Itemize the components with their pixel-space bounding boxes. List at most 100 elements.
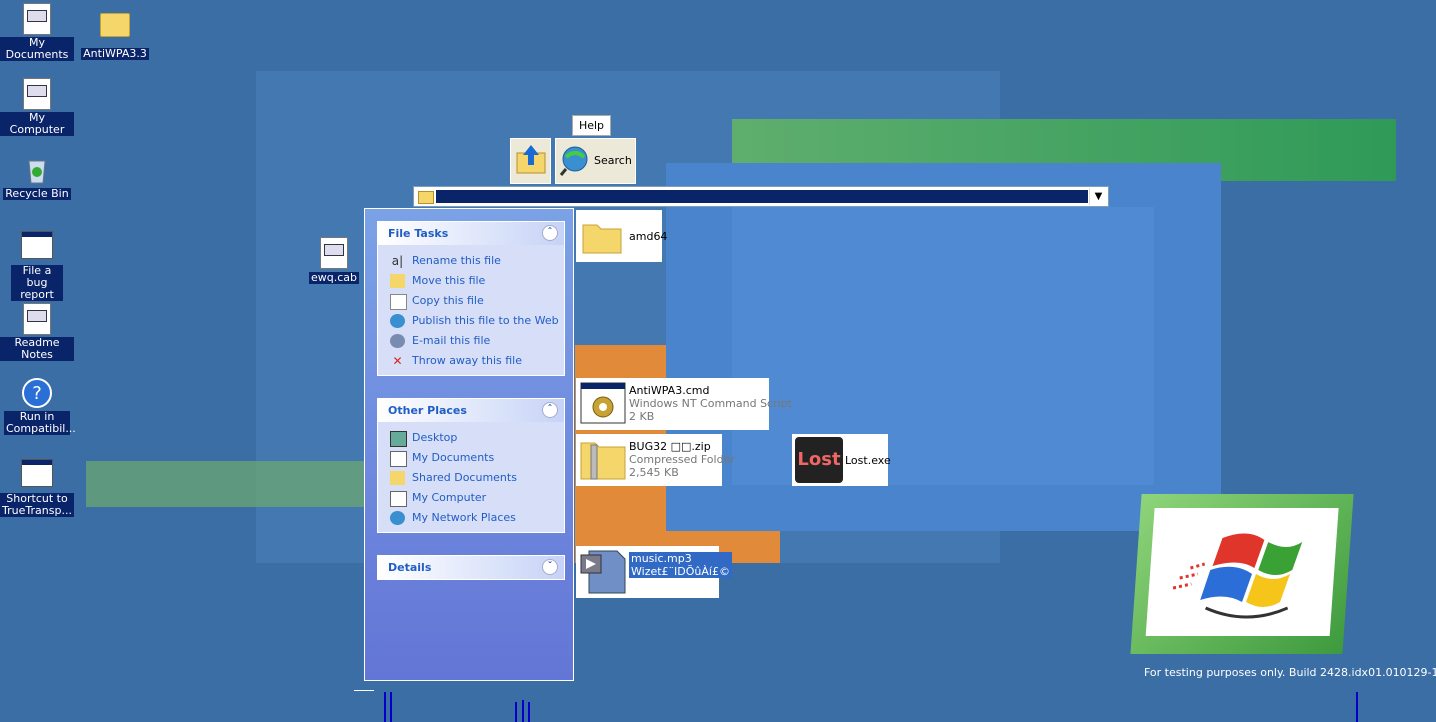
file-item-music-mp3[interactable]: music.mp3 Wizet£¨IDÕûÀí£© [576,546,732,598]
artifact-line [522,700,524,722]
search-button[interactable]: Search [555,138,636,184]
documents-icon [390,451,407,467]
icon-label: My Computer [0,112,74,136]
background-green-band [86,461,366,507]
windows-logo [1130,494,1354,654]
file-item-amd64[interactable]: amd64 [576,210,667,262]
desktop-icon-file-bug[interactable]: File a bug report [0,228,74,301]
desktop-icon-my-computer[interactable]: My Computer [0,78,74,136]
help-icon: ? [21,377,53,409]
task-email[interactable]: E-mail this file [390,331,564,351]
place-my-documents[interactable]: My Documents [390,448,564,468]
search-icon [559,146,588,176]
file-type: Compressed Folder [629,453,735,466]
icon-label: Readme Notes [0,337,74,361]
file-artist: Wizet£¨IDÕûÀí£© [631,565,730,578]
lost-app-icon: Lost [795,437,843,483]
file-info: BUG32 □□.zip Compressed Folder 2,545 KB [629,440,735,479]
icon-label: File a bug report [11,265,63,301]
build-watermark: For testing purposes only. Build 2428.id… [1144,666,1436,679]
task-label: Copy this file [412,294,484,307]
collapse-icon[interactable]: ˆ [542,402,558,418]
file-tasks-box: File Tasks ˆ a| Rename this file Move thi… [377,221,565,376]
document-icon [21,303,53,335]
artifact-line [515,702,517,722]
file-item-lost-exe[interactable]: Lost Lost.exe [792,434,891,486]
desktop-icon-shortcut[interactable]: Shortcut to TrueTransp... [0,456,74,517]
task-label: Move this file [412,274,486,287]
file-name: BUG32 □□.zip [629,440,711,453]
file-name: Lost.exe [845,454,891,467]
task-move[interactable]: Move this file [390,271,564,291]
folder-icon [99,13,131,45]
desktop-icon-antiwpa[interactable]: AntiWPA3.3 [78,8,152,60]
lost-badge-text: Lost [797,449,841,470]
collapse-icon[interactable]: ˆ [542,225,558,241]
details-header[interactable]: Details ˇ [378,556,564,579]
window-icon [21,459,53,491]
command-script-icon [580,382,626,424]
icon-label: My Documents [0,37,74,61]
task-publish[interactable]: Publish this file to the Web [390,311,564,331]
rename-icon: a| [391,254,404,268]
file-info: music.mp3 Wizet£¨IDÕûÀí£© [629,552,732,578]
document-icon [318,237,350,269]
file-tasks-header[interactable]: File Tasks ˆ [378,222,564,245]
address-bar[interactable]: ▼ [413,186,1109,207]
file-name: AntiWPA3.cmd [629,384,710,397]
icon-label: Recycle Bin [3,187,71,200]
task-rename[interactable]: a| Rename this file [390,251,564,271]
artifact-line [354,690,374,691]
address-input[interactable] [436,190,1088,203]
icon-label: AntiWPA3.3 [81,47,149,60]
task-copy[interactable]: Copy this file [390,291,564,311]
up-folder-button[interactable] [510,138,551,184]
place-desktop[interactable]: Desktop [390,428,564,448]
up-folder-icon [516,145,546,174]
audio-file-icon [580,550,626,594]
desktop-icon-my-documents[interactable]: My Documents [0,3,74,61]
place-label: My Network Places [412,511,516,524]
icon-label: Shortcut to TrueTransp... [0,493,74,517]
desktop-icon-run-compat[interactable]: ? Run in Compatibil... [0,377,76,435]
help-menu[interactable]: Help [572,115,611,136]
desktop-icon-readme[interactable]: Readme Notes [0,303,74,361]
recycle-bin-icon [21,153,53,185]
network-icon [390,511,405,525]
artifact-line [1356,692,1358,722]
file-tasks-title: File Tasks [388,227,449,240]
file-item-antiwpa-cmd[interactable]: AntiWPA3.cmd Windows NT Command Script 2… [576,378,792,430]
task-label: Rename this file [412,254,501,267]
chevron-down-icon[interactable]: ▼ [1089,188,1107,205]
file-info: AntiWPA3.cmd Windows NT Command Script 2… [629,384,792,423]
desktop-icon-ewq-cab[interactable]: ewq.cab [297,237,371,284]
document-icon [21,3,53,35]
place-label: Shared Documents [412,471,517,484]
desktop-icon-recycle-bin[interactable]: Recycle Bin [0,153,74,200]
icon-label: ewq.cab [308,271,359,284]
artifact-line [384,692,386,722]
file-size: 2,545 KB [629,466,679,479]
svg-text:?: ? [32,383,42,404]
file-item-bug32-zip[interactable]: BUG32 □□.zip Compressed Folder 2,545 KB [576,434,735,486]
task-delete[interactable]: ✕ Throw away this file [390,351,564,371]
email-icon [390,334,405,348]
file-name: music.mp3 [631,552,692,565]
window-icon [21,231,53,263]
computer-icon [390,491,407,507]
task-pane: File Tasks ˆ a| Rename this file Move thi… [364,208,574,681]
place-my-computer[interactable]: My Computer [390,488,564,508]
place-network[interactable]: My Network Places [390,508,564,528]
file-type: Windows NT Command Script [629,397,792,410]
zip-folder-icon [580,442,626,480]
globe-icon [390,314,405,328]
other-places-box: Other Places ˆ Desktop My Documents Shar… [377,398,565,533]
expand-icon[interactable]: ˇ [542,559,558,575]
task-label: Throw away this file [412,354,522,367]
other-places-header[interactable]: Other Places ˆ [378,399,564,422]
place-shared-documents[interactable]: Shared Documents [390,468,564,488]
details-box: Details ˇ [377,555,565,580]
file-size: 2 KB [629,410,655,423]
place-label: My Documents [412,451,495,464]
task-label: Publish this file to the Web [412,314,559,327]
